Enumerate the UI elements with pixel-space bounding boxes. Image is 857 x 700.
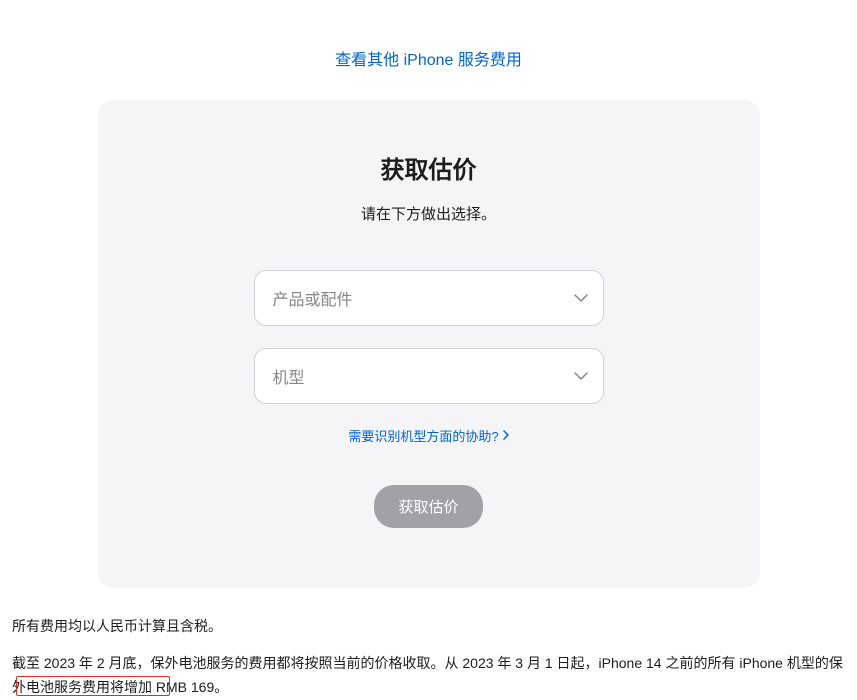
- select-product[interactable]: 产品或配件: [254, 270, 604, 326]
- card-subtitle: 请在下方做出选择。: [138, 203, 720, 224]
- top-link-container: 查看其他 iPhone 服务费用: [0, 0, 857, 100]
- select-model-wrap: 机型: [254, 348, 604, 404]
- estimate-card: 获取估价 请在下方做出选择。 产品或配件 机型 需要识别机型方面的协助? 获取估…: [98, 100, 760, 588]
- select-product-wrap: 产品或配件: [254, 270, 604, 326]
- select-model[interactable]: 机型: [254, 348, 604, 404]
- fee-note-currency: 所有费用均以人民币计算且含税。: [0, 608, 857, 642]
- chevron-right-icon: [503, 428, 509, 443]
- fee-note-price-change: 截至 2023 年 2 月底，保外电池服务的费用都将按照当前的价格收取。从 20…: [0, 642, 857, 700]
- other-services-link[interactable]: 查看其他 iPhone 服务费用: [335, 52, 522, 69]
- help-link-text: 需要识别机型方面的协助?: [348, 426, 498, 445]
- identify-model-help-link[interactable]: 需要识别机型方面的协助?: [348, 426, 508, 445]
- card-title: 获取估价: [138, 150, 720, 185]
- get-estimate-button[interactable]: 获取估价: [374, 485, 482, 528]
- fee-note-price-change-text: 截至 2023 年 2 月底，保外电池服务的费用都将按照当前的价格收取。从 20…: [12, 655, 843, 695]
